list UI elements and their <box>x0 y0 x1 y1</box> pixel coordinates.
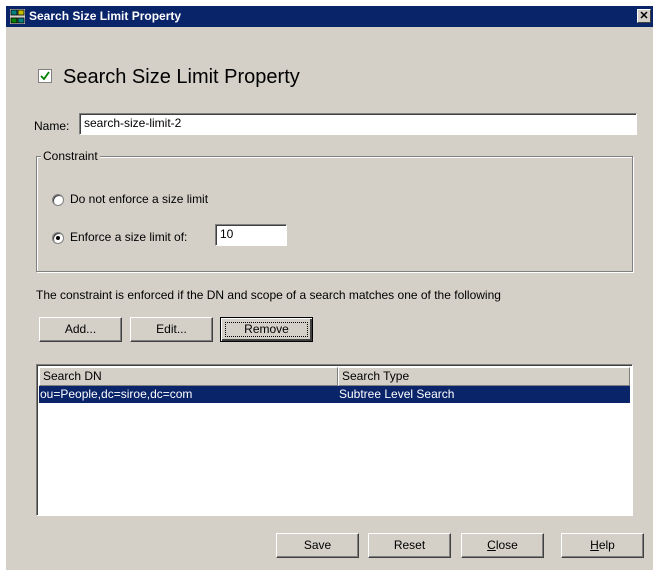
constraint-legend: Constraint <box>41 149 100 163</box>
close-button[interactable]: Close <box>461 533 544 558</box>
radio-enforce-limit-label[interactable]: Enforce a size limit of: <box>70 230 187 244</box>
name-field[interactable]: search-size-limit-2 <box>79 113 637 135</box>
edit-button[interactable]: Edit... <box>130 317 213 342</box>
cell-search-type: Subtree Level Search <box>339 387 455 401</box>
focus-rectangle <box>225 322 308 337</box>
radio-enforce-limit[interactable] <box>52 232 64 244</box>
radio-no-limit[interactable] <box>52 194 64 206</box>
title-bar[interactable]: Search Size Limit Property ✕ <box>6 6 653 27</box>
search-dn-table[interactable]: Search DN Search Type ou=People,dc=siroe… <box>36 364 633 516</box>
help-button[interactable]: Help <box>561 533 644 558</box>
name-label: Name: <box>34 119 70 133</box>
network-app-icon <box>10 9 25 24</box>
reset-button-label: Reset <box>393 538 426 552</box>
column-header-search-type[interactable]: Search Type <box>338 367 630 386</box>
help-button-label: Help <box>590 538 615 552</box>
header-check-icon <box>38 69 52 83</box>
table-row[interactable]: ou=People,dc=siroe,dc=com Subtree Level … <box>39 386 630 403</box>
size-limit-input[interactable]: 10 <box>215 224 287 246</box>
edit-button-label: Edit... <box>156 322 187 336</box>
cell-search-dn: ou=People,dc=siroe,dc=com <box>40 387 193 401</box>
constraint-group: Constraint <box>36 149 633 272</box>
page-title: Search Size Limit Property <box>63 66 300 88</box>
remove-button[interactable]: Remove <box>220 317 313 342</box>
add-button[interactable]: Add... <box>39 317 122 342</box>
close-button-label: Close <box>487 538 518 552</box>
save-button-label: Save <box>303 538 332 552</box>
dialog-window: Search Size Limit Property ✕ Search Size… <box>6 6 653 570</box>
checkmark-icon <box>40 71 50 81</box>
constraint-description: The constraint is enforced if the DN and… <box>36 288 501 302</box>
column-header-search-dn[interactable]: Search DN <box>39 367 338 386</box>
radio-no-limit-label[interactable]: Do not enforce a size limit <box>70 192 208 206</box>
save-button[interactable]: Save <box>276 533 359 558</box>
close-window-button[interactable]: ✕ <box>637 9 651 23</box>
add-button-label: Add... <box>64 322 97 336</box>
close-icon: ✕ <box>639 10 649 22</box>
window-title: Search Size Limit Property <box>29 9 182 23</box>
reset-button[interactable]: Reset <box>368 533 451 558</box>
radio-selected-dot <box>56 236 60 240</box>
